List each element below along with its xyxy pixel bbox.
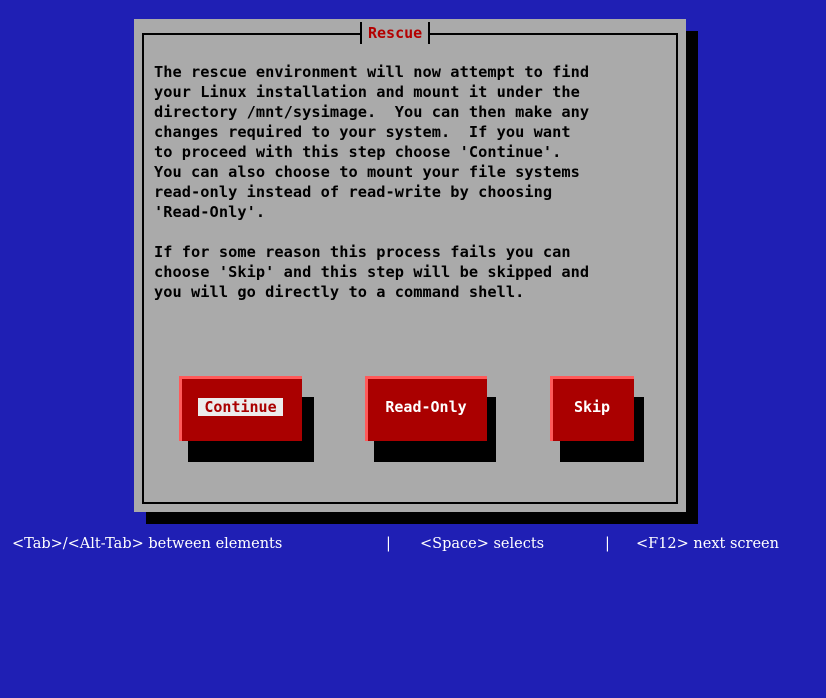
- status-hint-tab: <Tab>/<Alt-Tab> between elements: [12, 536, 283, 552]
- status-bar: <Tab>/<Alt-Tab> between elements | <Spac…: [0, 530, 826, 558]
- status-separator: |: [386, 536, 391, 552]
- button-highlight: [179, 376, 302, 379]
- status-separator: |: [605, 536, 610, 552]
- skip-button[interactable]: Skip: [550, 376, 634, 441]
- read-only-button[interactable]: Read-Only: [365, 376, 487, 441]
- continue-button[interactable]: Continue: [179, 376, 302, 441]
- rescue-dialog: Rescue The rescue environment will now a…: [134, 19, 686, 512]
- button-highlight: [365, 376, 487, 379]
- read-only-button-label: Read-Only: [385, 398, 467, 416]
- status-hint-space: <Space> selects: [420, 536, 545, 552]
- dialog-message: The rescue environment will now attempt …: [154, 63, 590, 301]
- continue-button-label: Continue: [179, 397, 302, 417]
- button-highlight: [550, 376, 634, 379]
- dialog-title: Rescue: [360, 22, 431, 44]
- status-hint-f12: <F12> next screen: [636, 536, 779, 552]
- skip-button-label: Skip: [573, 398, 611, 416]
